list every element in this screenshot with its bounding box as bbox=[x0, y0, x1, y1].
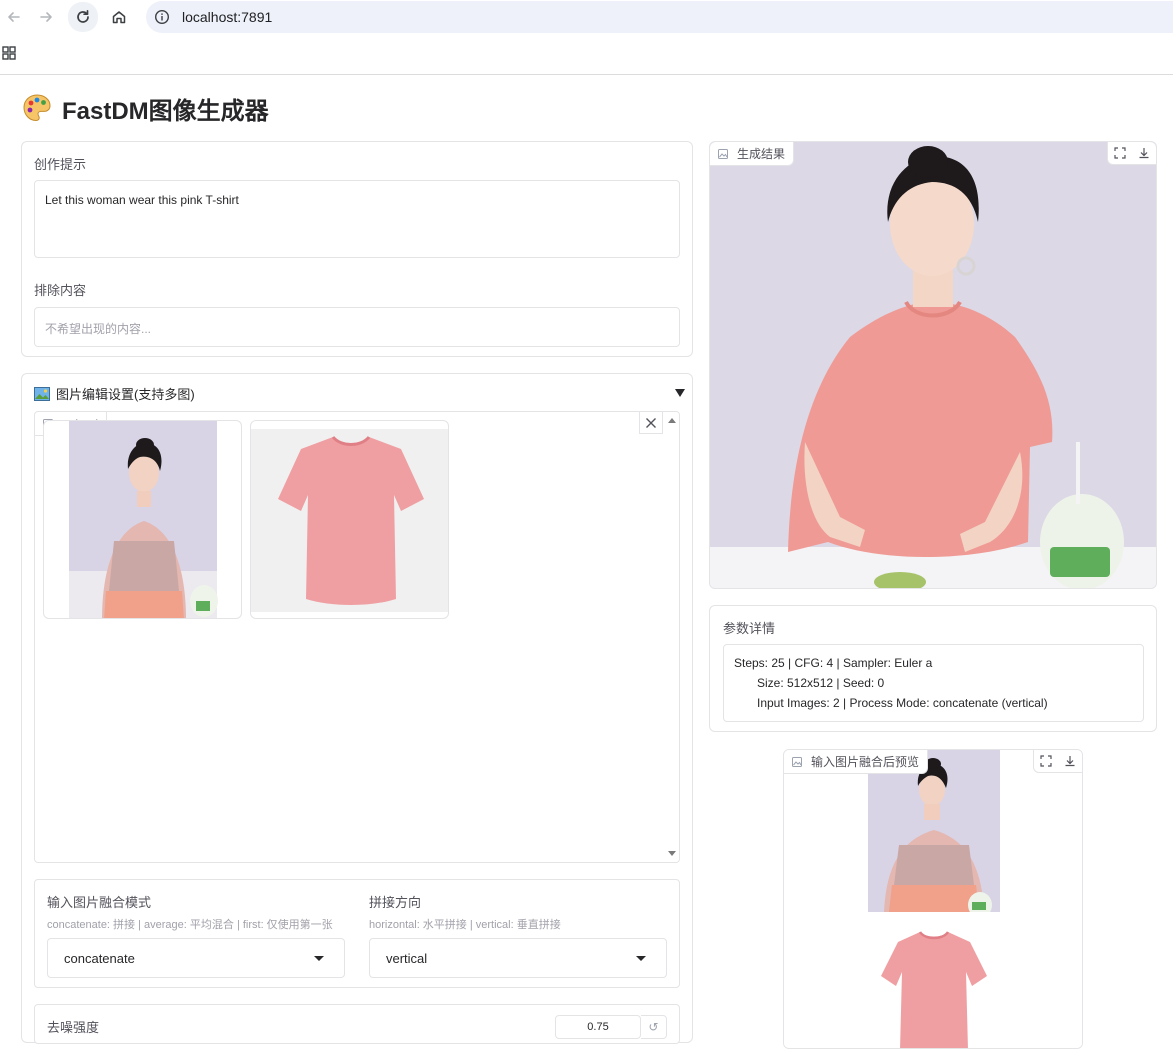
preview-toolbar bbox=[1033, 750, 1082, 773]
back-button[interactable] bbox=[0, 4, 28, 30]
palette-icon bbox=[23, 94, 51, 122]
download-icon bbox=[1065, 756, 1075, 767]
edit-settings-title: 图片编辑设置(支持多图) bbox=[56, 387, 195, 402]
fusion-mode-value: concatenate bbox=[64, 950, 135, 966]
fusion-mode-label: 输入图片融合模式 bbox=[47, 895, 152, 910]
forward-button[interactable] bbox=[32, 4, 60, 30]
denoise-number-input[interactable]: 0.75 bbox=[555, 1015, 641, 1039]
scroll-up-icon[interactable] bbox=[668, 418, 676, 423]
direction-select[interactable]: vertical bbox=[369, 938, 667, 978]
direction-hint: horizontal: 水平拼接 | vertical: 垂直拼接 bbox=[369, 919, 561, 931]
download-button[interactable] bbox=[1132, 142, 1156, 164]
url-text: localhost:7891 bbox=[182, 9, 273, 25]
scroll-down-icon[interactable] bbox=[668, 851, 676, 856]
chevron-down-icon bbox=[636, 956, 646, 961]
preview-tag: 输入图片融合后预览 bbox=[784, 750, 929, 774]
fusion-mode-select[interactable]: concatenate bbox=[47, 938, 345, 978]
close-icon bbox=[646, 417, 656, 428]
fusion-mode-hint: concatenate: 拼接 | average: 平均混合 | first:… bbox=[47, 919, 333, 931]
preview-panel: 输入图片融合后预览 bbox=[783, 749, 1083, 1049]
app-title: FastDM图像生成器 bbox=[62, 97, 269, 125]
fusion-settings-box: 输入图片融合模式 concatenate: 拼接 | average: 平均混合… bbox=[34, 879, 680, 988]
address-bar[interactable]: localhost:7891 bbox=[146, 1, 1173, 33]
prompt-input[interactable]: Let this woman wear this pink T-shirt bbox=[34, 180, 680, 258]
browser-toolbar: localhost:7891 bbox=[0, 0, 1173, 34]
negative-prompt-input[interactable]: 不希望出现的内容... bbox=[34, 307, 680, 347]
upload-gallery[interactable]: upload bbox=[34, 411, 680, 863]
tshirt-image bbox=[251, 429, 448, 612]
thumbnail-tshirt[interactable] bbox=[250, 420, 449, 619]
download-button[interactable] bbox=[1058, 750, 1082, 772]
params-textbox[interactable]: Steps: 25 | CFG: 4 | Sampler: Euler a Si… bbox=[723, 644, 1144, 722]
woman-image bbox=[69, 421, 218, 618]
picture-icon bbox=[34, 386, 50, 401]
clear-button[interactable] bbox=[639, 412, 663, 434]
direction-value: vertical bbox=[386, 950, 428, 966]
params-line-3: Input Images: 2 | Process Mode: concaten… bbox=[757, 696, 1048, 710]
site-info-icon[interactable] bbox=[154, 9, 170, 25]
fullscreen-icon bbox=[1040, 755, 1052, 767]
result-image-panel: 生成结果 bbox=[709, 141, 1157, 589]
apps-grid-icon[interactable] bbox=[2, 46, 16, 60]
result-image bbox=[710, 142, 1156, 588]
fullscreen-button[interactable] bbox=[1034, 750, 1058, 772]
params-line-1: Steps: 25 | CFG: 4 | Sampler: Euler a bbox=[734, 656, 933, 670]
params-label: 参数详情 bbox=[723, 621, 776, 636]
result-label: 生成结果 bbox=[737, 147, 786, 161]
home-button[interactable] bbox=[105, 4, 133, 30]
result-tag: 生成结果 bbox=[710, 142, 795, 166]
result-toolbar bbox=[1107, 142, 1156, 165]
fullscreen-icon bbox=[1114, 147, 1126, 159]
image-icon bbox=[718, 148, 728, 159]
reload-icon bbox=[77, 9, 89, 23]
home-icon bbox=[112, 11, 126, 24]
preview-image bbox=[784, 750, 1082, 1048]
image-icon bbox=[792, 756, 802, 767]
arrow-left-icon bbox=[8, 12, 20, 22]
denoise-box: 去噪强度 0.75 ↺ bbox=[34, 1004, 680, 1044]
collapse-toggle-icon[interactable] bbox=[675, 389, 685, 397]
denoise-label: 去噪强度 bbox=[47, 1020, 100, 1035]
edit-settings-panel: 图片编辑设置(支持多图) upload bbox=[21, 373, 693, 1044]
thumbnail-woman[interactable] bbox=[43, 420, 242, 619]
negative-prompt-label: 排除内容 bbox=[34, 283, 87, 298]
preview-label: 输入图片融合后预览 bbox=[811, 755, 920, 769]
fullscreen-button[interactable] bbox=[1108, 142, 1132, 164]
arrow-right-icon bbox=[40, 12, 52, 22]
params-panel: 参数详情 Steps: 25 | CFG: 4 | Sampler: Euler… bbox=[709, 605, 1157, 732]
chevron-down-icon bbox=[314, 956, 324, 961]
page-title: FastDM图像生成器 bbox=[22, 90, 269, 126]
direction-label: 拼接方向 bbox=[369, 895, 422, 910]
reset-icon[interactable]: ↺ bbox=[641, 1015, 667, 1039]
bookmarks-bar bbox=[0, 34, 1173, 75]
download-icon bbox=[1139, 148, 1149, 159]
params-line-2: Size: 512x512 | Seed: 0 bbox=[757, 676, 885, 690]
gallery-scrollbar[interactable] bbox=[665, 412, 679, 862]
prompt-label: 创作提示 bbox=[34, 157, 87, 172]
edit-settings-header[interactable]: 图片编辑设置(支持多图) bbox=[34, 384, 195, 403]
prompt-panel: 创作提示 Let this woman wear this pink T-shi… bbox=[21, 141, 693, 357]
reload-button[interactable] bbox=[68, 2, 98, 32]
